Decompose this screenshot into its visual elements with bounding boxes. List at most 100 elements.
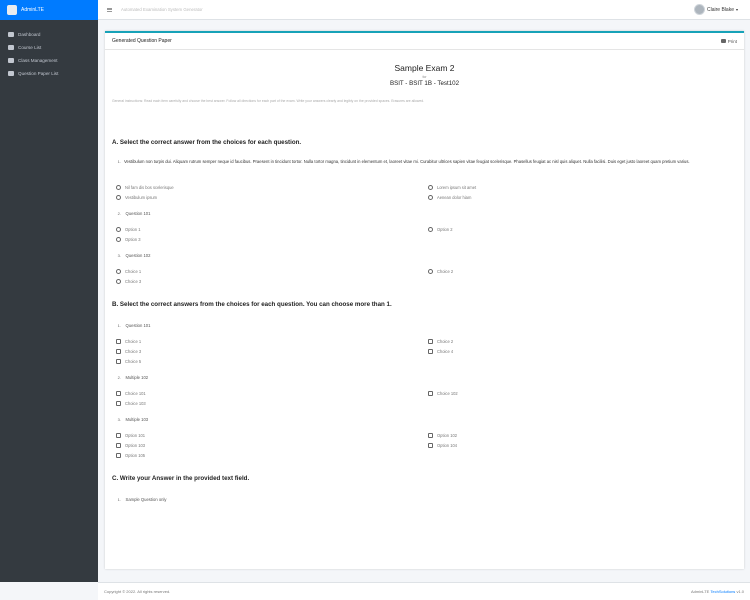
checkbox[interactable] — [116, 359, 121, 364]
option-checkbox[interactable]: Option 102 — [428, 433, 457, 438]
question-text: Vestibulum non turpis dui. Aliquam rutru… — [124, 159, 690, 164]
option-radio[interactable]: Option 3 — [116, 237, 140, 242]
brand[interactable]: AdminLTE — [0, 0, 98, 20]
exam-title: Sample Exam 2 — [394, 63, 455, 73]
option-label: Option 3 — [125, 237, 141, 242]
dashboard-icon — [8, 32, 14, 37]
checkbox[interactable] — [428, 433, 433, 438]
checkbox[interactable] — [116, 339, 121, 344]
option-radio[interactable]: Vestibulum ipsum — [116, 195, 157, 200]
brand-logo-icon — [7, 5, 17, 15]
option-radio[interactable]: Nil fam dis bos scelerisque — [116, 185, 174, 190]
option-label: Option 103 — [125, 443, 146, 448]
option-checkbox[interactable]: Choice 2 — [428, 339, 453, 344]
option-label: Nil fam dis bos scelerisque — [125, 185, 174, 190]
radio-button[interactable] — [428, 269, 433, 274]
option-label: Choice 2 — [437, 269, 454, 274]
option-label: Lorem ipsum sit amet — [437, 185, 477, 190]
question-number: 1. — [117, 323, 121, 328]
checkbox[interactable] — [428, 443, 433, 448]
chevron-down-icon: ▾ — [735, 7, 738, 12]
option-checkbox[interactable]: Choice 3 — [116, 349, 141, 354]
radio-button[interactable] — [116, 279, 121, 284]
checkbox[interactable] — [116, 433, 121, 438]
option-checkbox[interactable]: Choice 101 — [116, 391, 146, 396]
card-header: Generated Question Paper Print — [105, 33, 744, 50]
sidebar-item-course-list[interactable]: Course List — [0, 41, 98, 54]
exam-class: BSIT - BSIT 1B - Test102 — [389, 80, 460, 87]
card-title: Generated Question Paper — [112, 38, 172, 44]
option-label: Choice 101 — [125, 391, 146, 396]
print-icon — [720, 39, 726, 43]
avatar — [694, 4, 706, 15]
option-label: Choice 1 — [125, 339, 142, 344]
question-paper: Sample Exam 2 for BSIT - BSIT 1B - Test1… — [105, 63, 744, 582]
question-number: 3. — [117, 253, 121, 258]
checkbox[interactable] — [116, 453, 121, 458]
paper-icon — [8, 71, 14, 76]
option-label: Aenean dolor hiam — [437, 195, 472, 200]
sidebar-item-class-management[interactable]: Class Management — [0, 54, 98, 67]
option-label: Choice 1 — [125, 269, 142, 274]
radio-button[interactable] — [116, 269, 121, 274]
option-radio[interactable]: Choice 3 — [116, 279, 141, 284]
checkbox[interactable] — [116, 443, 121, 448]
radio-button[interactable] — [116, 185, 121, 190]
radio-button[interactable] — [428, 185, 433, 190]
radio-button[interactable] — [116, 227, 121, 232]
option-radio[interactable]: Choice 1 — [116, 269, 141, 274]
sidebar-item-label: Class Management — [18, 58, 58, 63]
radio-button[interactable] — [428, 195, 433, 200]
class-icon — [8, 58, 14, 63]
option-label: Option 102 — [437, 433, 458, 438]
option-checkbox[interactable]: Option 101 — [116, 433, 145, 438]
option-checkbox[interactable]: Option 105 — [116, 453, 145, 458]
menu-toggle-icon[interactable] — [107, 7, 112, 12]
option-label: Choice 3 — [125, 279, 142, 284]
checkbox[interactable] — [116, 349, 121, 354]
question-text: Question 101 — [125, 323, 151, 328]
option-radio[interactable]: Option 2 — [428, 227, 452, 232]
footer-credit-prefix: AdminLTE — [690, 589, 710, 594]
option-checkbox[interactable]: Option 104 — [428, 443, 457, 448]
sidebar-item-label: Course List — [18, 45, 42, 50]
option-checkbox[interactable]: Choice 4 — [428, 349, 453, 354]
top-navbar: Automated Examination System Generator C… — [98, 0, 750, 20]
radio-button[interactable] — [428, 227, 433, 232]
option-label: Choice 2 — [437, 339, 454, 344]
question-number: 3. — [117, 417, 121, 422]
option-label: Choice 103 — [125, 401, 146, 406]
question-text: Question 101 — [125, 211, 151, 216]
footer-credit-link[interactable]: TechSolutions — [710, 589, 735, 594]
print-button[interactable]: Print — [720, 38, 737, 44]
checkbox[interactable] — [428, 391, 433, 396]
sidebar-item-dashboard[interactable]: Dashboard — [0, 28, 98, 41]
option-checkbox[interactable]: Choice 1 — [116, 339, 141, 344]
question-number: 1. — [117, 159, 121, 164]
checkbox[interactable] — [428, 339, 433, 344]
section-c-title: C. Write your Answer in the provided tex… — [112, 475, 250, 482]
option-radio[interactable]: Aenean dolor hiam — [428, 195, 471, 200]
checkbox[interactable] — [116, 391, 121, 396]
checkbox[interactable] — [428, 349, 433, 354]
app-title: Automated Examination System Generator — [121, 7, 203, 12]
option-label: Option 2 — [437, 227, 453, 232]
option-checkbox[interactable]: Choice 102 — [428, 391, 458, 396]
user-menu[interactable]: Claire Blake ▾ — [694, 4, 738, 15]
option-label: Choice 102 — [437, 391, 458, 396]
checkbox[interactable] — [116, 401, 121, 406]
radio-button[interactable] — [116, 195, 121, 200]
print-label: Print — [727, 38, 737, 44]
option-checkbox[interactable]: Choice 103 — [116, 401, 146, 406]
sidebar-item-question-paper-list[interactable]: Question Paper List — [0, 67, 98, 80]
option-radio[interactable]: Lorem ipsum sit amet — [428, 185, 476, 190]
question-text: Multiple 103 — [125, 417, 149, 422]
option-checkbox[interactable]: Choice 5 — [116, 359, 141, 364]
question-number: 2. — [117, 375, 121, 380]
option-radio[interactable]: Option 1 — [116, 227, 140, 232]
radio-button[interactable] — [116, 237, 121, 242]
option-radio[interactable]: Choice 2 — [428, 269, 453, 274]
option-label: Option 105 — [125, 453, 146, 458]
option-label: Choice 3 — [125, 349, 142, 354]
option-checkbox[interactable]: Option 103 — [116, 443, 145, 448]
